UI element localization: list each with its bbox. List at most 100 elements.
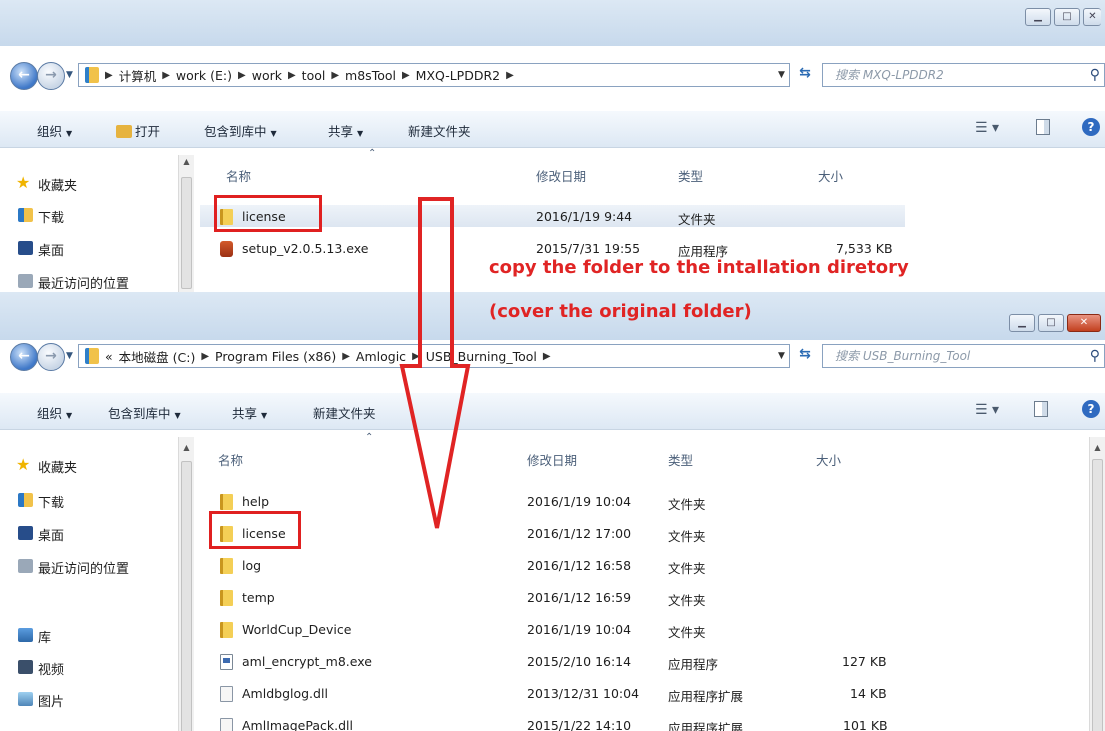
column-header-type[interactable]: 类型 bbox=[668, 450, 693, 469]
file-row[interactable]: AmlImagePack.dll 2015/1/22 14:10 应用程序扩展 … bbox=[200, 715, 905, 731]
file-type: 文件夹 bbox=[668, 625, 706, 640]
breadcrumb-drive[interactable]: work (E:) bbox=[176, 68, 232, 83]
breadcrumb-work[interactable]: work bbox=[252, 68, 282, 83]
recent-pages-dropdown-icon[interactable]: ▼ bbox=[66, 70, 73, 80]
maximize-button[interactable]: □ bbox=[1038, 314, 1064, 332]
column-header-name[interactable]: 名称 bbox=[226, 166, 251, 185]
column-header-name[interactable]: 名称 bbox=[218, 450, 243, 469]
column-header-modified[interactable]: 修改日期 bbox=[527, 450, 577, 469]
file-type: 应用程序扩展 bbox=[668, 689, 744, 704]
organize-button[interactable]: 组织 ▼ bbox=[37, 121, 72, 140]
nav-desktop[interactable]: 桌面 bbox=[18, 525, 64, 544]
nav-recent-places[interactable]: 最近访问的位置 bbox=[18, 558, 129, 577]
file-row[interactable]: temp 2016/1/12 16:59 文件夹 bbox=[200, 587, 905, 609]
open-button[interactable]: 打开 bbox=[116, 121, 160, 140]
scrollbar-thumb[interactable] bbox=[181, 177, 192, 289]
column-header-type[interactable]: 类型 bbox=[678, 166, 703, 185]
organize-button[interactable]: 组织 ▼ bbox=[37, 403, 72, 422]
back-button[interactable]: ← bbox=[10, 62, 38, 90]
breadcrumb-overflow[interactable]: « bbox=[105, 349, 113, 364]
breadcrumb-tool[interactable]: tool bbox=[302, 68, 326, 83]
breadcrumb-current[interactable]: MXQ-LPDDR2 bbox=[416, 68, 500, 83]
address-history-dropdown-icon[interactable]: ▼ bbox=[778, 351, 785, 361]
preview-pane-icon[interactable] bbox=[1036, 119, 1050, 135]
search-input[interactable]: 搜索 USB_Burning_Tool ⚲ bbox=[822, 344, 1105, 368]
refresh-button[interactable]: ⇆ bbox=[794, 65, 816, 85]
file-row[interactable]: help 2016/1/19 10:04 文件夹 bbox=[200, 491, 905, 513]
forward-button[interactable]: → bbox=[37, 62, 65, 90]
nav-recent-places[interactable]: 最近访问的位置 bbox=[18, 273, 129, 292]
view-options-icon[interactable]: ☰ ▾ bbox=[975, 402, 999, 418]
file-row[interactable]: license 2016/1/12 17:00 文件夹 bbox=[200, 523, 905, 545]
breadcrumb-separator-icon[interactable]: ▶ bbox=[105, 70, 113, 81]
breadcrumb-separator-icon[interactable]: ▶ bbox=[201, 351, 209, 362]
scroll-up-icon[interactable]: ▲ bbox=[179, 443, 194, 452]
breadcrumb-program-files[interactable]: Program Files (x86) bbox=[215, 349, 336, 364]
help-icon[interactable]: ? bbox=[1082, 118, 1100, 136]
nav-favorites[interactable]: ★ 收藏夹 bbox=[16, 455, 77, 476]
forward-button[interactable]: → bbox=[37, 343, 65, 371]
share-button[interactable]: 共享 ▼ bbox=[328, 121, 363, 140]
minimize-button[interactable]: ▁ bbox=[1009, 314, 1035, 332]
nav-favorites[interactable]: ★ 收藏夹 bbox=[16, 173, 77, 194]
nav-desktop[interactable]: 桌面 bbox=[18, 240, 64, 259]
nav-downloads[interactable]: 下载 bbox=[18, 207, 64, 226]
nav-pictures[interactable]: 图片 bbox=[18, 691, 64, 710]
nav-videos[interactable]: 视频 bbox=[18, 659, 64, 678]
file-row[interactable]: WorldCup_Device 2016/1/19 10:04 文件夹 bbox=[200, 619, 905, 641]
breadcrumb-separator-icon[interactable]: ▶ bbox=[331, 70, 339, 81]
close-button[interactable]: ✕ bbox=[1083, 8, 1101, 26]
nav-libraries[interactable]: 库 bbox=[18, 627, 51, 646]
view-options-icon[interactable]: ☰ ▾ bbox=[975, 120, 999, 136]
address-bar[interactable]: « 本地磁盘 (C:) ▶ Program Files (x86) ▶ Amlo… bbox=[78, 344, 790, 368]
command-toolbar: 组织 ▼ 打开 包含到库中 ▼ 共享 ▼ 新建文件夹 ☰ ▾ ? bbox=[0, 111, 1105, 148]
folder-icon bbox=[220, 558, 233, 574]
back-button[interactable]: ← bbox=[10, 343, 38, 371]
maximize-button[interactable]: □ bbox=[1054, 8, 1080, 26]
column-header-modified[interactable]: 修改日期 bbox=[536, 166, 586, 185]
nav-pane-scrollbar[interactable]: ▲ bbox=[178, 155, 194, 292]
breadcrumb-drive[interactable]: 本地磁盘 (C:) bbox=[119, 347, 196, 366]
nav-downloads[interactable]: 下载 bbox=[18, 492, 64, 511]
file-list-scrollbar[interactable]: ▲ bbox=[1089, 437, 1105, 731]
file-name: AmlImagePack.dll bbox=[242, 718, 353, 731]
nav-pane-scrollbar[interactable]: ▲ bbox=[178, 437, 194, 731]
breadcrumb-amlogic[interactable]: Amlogic bbox=[356, 349, 406, 364]
column-header-size[interactable]: 大小 bbox=[818, 166, 843, 185]
include-in-library-button[interactable]: 包含到库中 ▼ bbox=[204, 121, 277, 140]
breadcrumb-separator-icon[interactable]: ▶ bbox=[543, 351, 551, 362]
breadcrumb-separator-icon[interactable]: ▶ bbox=[238, 70, 246, 81]
close-button[interactable]: ✕ bbox=[1067, 314, 1101, 332]
breadcrumb-separator-icon[interactable]: ▶ bbox=[288, 70, 296, 81]
include-in-library-button[interactable]: 包含到库中 ▼ bbox=[108, 403, 181, 422]
breadcrumb-separator-icon[interactable]: ▶ bbox=[402, 70, 410, 81]
file-row[interactable]: log 2016/1/12 16:58 文件夹 bbox=[200, 555, 905, 577]
scroll-up-icon[interactable]: ▲ bbox=[179, 157, 194, 166]
new-folder-button[interactable]: 新建文件夹 bbox=[408, 121, 471, 140]
breadcrumb-current[interactable]: USB_Burning_Tool bbox=[426, 349, 537, 364]
file-row[interactable]: Amldbglog.dll 2013/12/31 10:04 应用程序扩展 14… bbox=[200, 683, 905, 705]
recent-pages-dropdown-icon[interactable]: ▼ bbox=[66, 351, 73, 361]
search-input[interactable]: 搜索 MXQ-LPDDR2 ⚲ bbox=[822, 63, 1105, 87]
share-button[interactable]: 共享 ▼ bbox=[232, 403, 267, 422]
address-history-dropdown-icon[interactable]: ▼ bbox=[778, 70, 785, 80]
breadcrumb-computer[interactable]: 计算机 bbox=[119, 66, 157, 85]
new-folder-button[interactable]: 新建文件夹 bbox=[313, 403, 376, 422]
breadcrumb-separator-icon[interactable]: ▶ bbox=[342, 351, 350, 362]
scrollbar-thumb[interactable] bbox=[181, 461, 192, 731]
address-bar[interactable]: ▶ 计算机 ▶ work (E:) ▶ work ▶ tool ▶ m8sToo… bbox=[78, 63, 790, 87]
breadcrumb-m8stool[interactable]: m8sTool bbox=[345, 68, 396, 83]
address-row: ← → ▼ ▶ 计算机 ▶ work (E:) ▶ work ▶ tool ▶ … bbox=[0, 58, 1105, 94]
scroll-up-icon[interactable]: ▲ bbox=[1090, 443, 1105, 452]
column-header-size[interactable]: 大小 bbox=[816, 450, 841, 469]
file-row[interactable]: aml_encrypt_m8.exe 2015/2/10 16:14 应用程序 … bbox=[200, 651, 905, 673]
minimize-button[interactable]: ▁ bbox=[1025, 8, 1051, 26]
preview-pane-icon[interactable] bbox=[1034, 401, 1048, 417]
scrollbar-thumb[interactable] bbox=[1092, 459, 1103, 731]
refresh-button[interactable]: ⇆ bbox=[794, 346, 816, 366]
help-icon[interactable]: ? bbox=[1082, 400, 1100, 418]
file-modified: 2015/7/31 19:55 bbox=[536, 241, 641, 256]
breadcrumb-separator-icon[interactable]: ▶ bbox=[506, 70, 514, 81]
breadcrumb-separator-icon[interactable]: ▶ bbox=[412, 351, 420, 362]
breadcrumb-separator-icon[interactable]: ▶ bbox=[162, 70, 170, 81]
